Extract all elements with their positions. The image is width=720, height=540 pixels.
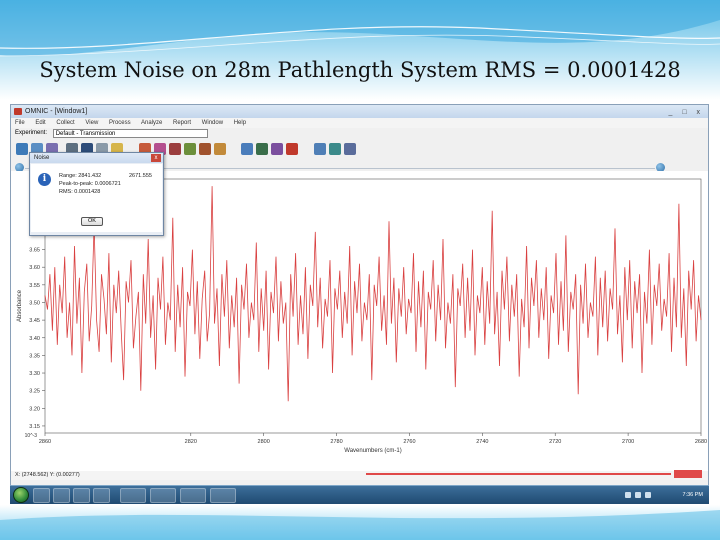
search-icon[interactable]	[241, 143, 253, 155]
menu-window[interactable]: Window	[202, 120, 223, 126]
x-tick-label: 2740	[476, 439, 488, 445]
library-icon[interactable]	[271, 143, 283, 155]
taskbar-app-6[interactable]	[150, 488, 176, 503]
x-tick-label: 2860	[39, 439, 51, 445]
app-icon	[14, 108, 22, 115]
noise-dialog: Noise x i Range: 2841.432 2671.555 Peak-…	[29, 152, 164, 236]
y-tick-label: 3.15	[29, 424, 40, 430]
omnic-window: OMNIC - [Window1] _ □ x File Edit Collec…	[10, 104, 709, 504]
x-tick-label: 2680	[695, 439, 707, 445]
info-icon: i	[38, 173, 51, 186]
y-tick-label: 3.30	[29, 371, 40, 377]
peak-to-peak-text: Peak-to-peak: 0.0006721	[59, 181, 121, 187]
help-icon[interactable]	[344, 143, 356, 155]
y-tick-label: 3.40	[29, 336, 40, 342]
dialog-close-button[interactable]: x	[151, 154, 161, 162]
y-tick-label: 3.35	[29, 353, 40, 359]
analyze-icon[interactable]	[256, 143, 268, 155]
y-tick-label: 3.55	[29, 283, 40, 289]
menu-edit[interactable]: Edit	[35, 120, 45, 126]
rms-text: RMS: 0.0001428	[59, 189, 101, 195]
ok-button[interactable]: OK	[81, 217, 103, 226]
tray-clock: 7:36 PM	[682, 492, 703, 498]
status-red-strip	[366, 470, 702, 478]
menu-help[interactable]: Help	[234, 120, 246, 126]
menu-view[interactable]: View	[85, 120, 98, 126]
peak-icon[interactable]	[184, 143, 196, 155]
y-tick-label: 3.45	[29, 318, 40, 324]
menu-analyze[interactable]: Analyze	[141, 120, 162, 126]
x-tick-label: 2820	[185, 439, 197, 445]
stop-icon[interactable]	[286, 143, 298, 155]
experiment-label: Experiment:	[15, 130, 48, 136]
baseline-icon[interactable]	[199, 143, 211, 155]
template-icon[interactable]	[329, 143, 341, 155]
report-icon[interactable]	[314, 143, 326, 155]
range-text: Range: 2841.432	[59, 173, 102, 179]
tray-volume-icon[interactable]	[635, 492, 641, 498]
x-tick-label: 2760	[403, 439, 415, 445]
dialog-title[interactable]: Noise	[30, 153, 163, 163]
experiment-bar: Experiment: Default - Transmission	[11, 128, 708, 139]
slide-title: System Noise on 28m Pathlength System RM…	[39, 58, 681, 82]
taskbar-app-8[interactable]	[210, 488, 236, 503]
correct-icon[interactable]	[214, 143, 226, 155]
x-axis-label: Wavenumbers (cm-1)	[344, 448, 401, 454]
taskbar-app-2[interactable]	[53, 488, 70, 503]
y-tick-label: 3.65	[29, 248, 40, 254]
x-tick-label: 2800	[258, 439, 270, 445]
x-tick-label: 2700	[622, 439, 634, 445]
y-tick-label: 3.50	[29, 300, 40, 306]
tray-network-icon[interactable]	[625, 492, 631, 498]
start-button[interactable]	[13, 487, 29, 503]
window-title: OMNIC - [Window1]	[25, 108, 88, 115]
menu-file[interactable]: File	[15, 120, 25, 126]
overlay-icon[interactable]	[169, 143, 181, 155]
collect-sample-icon[interactable]	[16, 143, 28, 155]
menu-report[interactable]: Report	[173, 120, 191, 126]
y-tick-label: 3.20	[29, 406, 40, 412]
tray-flag-icon[interactable]	[645, 492, 651, 498]
y-tick-label: 3.25	[29, 389, 40, 395]
taskbar-app-5[interactable]	[120, 488, 146, 503]
y-axis-label: Absorbance	[17, 289, 23, 322]
menu-bar: File Edit Collect View Process Analyze R…	[11, 118, 708, 128]
taskbar-app-3[interactable]	[73, 488, 90, 503]
x-tick-label: 2780	[330, 439, 342, 445]
range-end-text: 2671.555	[129, 173, 152, 179]
menu-process[interactable]: Process	[109, 120, 131, 126]
dialog-body: i Range: 2841.432 2671.555 Peak-to-peak:…	[31, 164, 162, 232]
window-titlebar[interactable]: OMNIC - [Window1] _ □ x	[11, 105, 708, 118]
taskbar: 7:36 PM	[10, 485, 709, 504]
taskbar-app-1[interactable]	[33, 488, 50, 503]
y-tick-label: 3.60	[29, 265, 40, 271]
taskbar-app-7[interactable]	[180, 488, 206, 503]
menu-collect[interactable]: Collect	[56, 120, 74, 126]
y-multiplier-label: 10^-3	[25, 433, 38, 439]
x-tick-label: 2720	[549, 439, 561, 445]
experiment-select[interactable]: Default - Transmission	[52, 129, 208, 138]
taskbar-app-4[interactable]	[93, 488, 110, 503]
